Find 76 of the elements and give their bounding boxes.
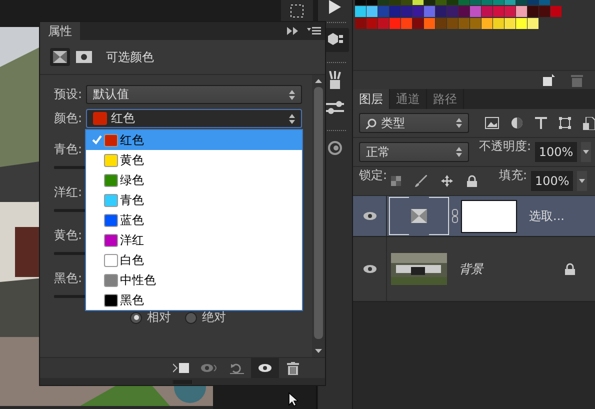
- field-label: 预设:: [54, 86, 84, 103]
- menu-item-label: 黑色: [120, 292, 144, 308]
- 3d-icon[interactable]: [327, 32, 344, 48]
- lock-label: 锁定:: [359, 167, 388, 184]
- adjustments-icon[interactable]: [326, 101, 344, 115]
- opacity-field[interactable]: 100%: [535, 142, 578, 162]
- panel-tab[interactable]: 图层: [353, 89, 390, 109]
- search-icon: [366, 118, 377, 128]
- move-icon[interactable]: [441, 175, 454, 187]
- radio-option[interactable]: 相对: [130, 309, 171, 326]
- caret-icon: [456, 147, 462, 157]
- caret-icon[interactable]: [579, 179, 586, 183]
- menu-item-label: 白色: [120, 252, 144, 268]
- mask-icon[interactable]: [74, 48, 94, 66]
- menu-item-label: 洋红: [120, 232, 144, 248]
- adjustment-filter-icon[interactable]: [511, 117, 523, 129]
- marquee-icon[interactable]: [290, 4, 304, 18]
- type-filter-icon[interactable]: [535, 117, 547, 129]
- smart-object-icon[interactable]: [583, 116, 595, 130]
- caret-icon[interactable]: [583, 150, 590, 154]
- check-icon: [92, 135, 102, 145]
- eye-icon[interactable]: [362, 211, 376, 221]
- layer-name[interactable]: 背景: [459, 260, 483, 278]
- caret-icon: [456, 118, 462, 128]
- trash-icon[interactable]: [287, 362, 299, 374]
- new-swatch-icon[interactable]: [543, 74, 555, 86]
- eye-icon[interactable]: [362, 264, 376, 274]
- field-label: 颜色:: [54, 110, 84, 127]
- layer-name[interactable]: 选取...: [529, 208, 564, 224]
- checker-icon[interactable]: [391, 176, 402, 186]
- slider-label: 黑色:: [54, 270, 82, 286]
- blend-mode-select[interactable]: 正常: [359, 142, 469, 162]
- slider-label: 青色:: [54, 140, 82, 158]
- scroll-up-icon[interactable]: [315, 79, 322, 83]
- caret-icon: [289, 90, 295, 100]
- cursor-icon: [288, 392, 298, 407]
- brush-icon[interactable]: [415, 175, 428, 187]
- view-previous-icon[interactable]: [200, 363, 218, 373]
- reset-icon[interactable]: [230, 362, 244, 374]
- scrollbar[interactable]: [312, 75, 325, 357]
- opacity-label: 不透明度:: [479, 138, 532, 155]
- link-icon: [452, 209, 458, 223]
- menu-item-label: 红色: [120, 132, 144, 148]
- lock-icon[interactable]: [467, 175, 478, 187]
- color-select[interactable]: 红色: [86, 109, 302, 128]
- filter-select[interactable]: 类型: [359, 113, 469, 133]
- fill-field[interactable]: 100%: [531, 171, 574, 191]
- layer-row[interactable]: 背景: [353, 237, 595, 302]
- menu-item[interactable]: 红色: [86, 130, 302, 150]
- menu-item-label: 蓝色: [120, 212, 144, 228]
- panel-title: 可选颜色: [106, 48, 154, 66]
- layer-row[interactable]: 选取...: [353, 196, 595, 237]
- slider-label: 洋红:: [54, 184, 82, 200]
- styles-icon[interactable]: [327, 140, 344, 156]
- shape-filter-icon[interactable]: [559, 117, 571, 129]
- slider-label: 黄色:: [54, 226, 82, 244]
- menu-item-label: 绿色: [120, 172, 144, 188]
- image-filter-icon[interactable]: [485, 117, 499, 129]
- panel-tab[interactable]: 属性: [40, 22, 80, 40]
- adjustment-thumbnail: [389, 197, 449, 235]
- adjustment-icon[interactable]: [50, 48, 70, 66]
- clip-icon[interactable]: [173, 362, 189, 374]
- caret-icon: [289, 114, 295, 124]
- layer-thumbnail: [391, 253, 447, 285]
- menu-item-label: 中性色: [120, 272, 156, 288]
- mask-thumbnail: [461, 200, 517, 232]
- menu-icon[interactable]: [307, 27, 321, 35]
- brushes-icon[interactable]: [327, 71, 344, 89]
- fill-label: 填充:: [499, 167, 528, 184]
- radio-option[interactable]: 绝对: [185, 309, 226, 326]
- play-icon[interactable]: [329, 0, 342, 14]
- menu-item-label: 青色: [120, 192, 144, 208]
- visibility-icon[interactable]: [258, 363, 272, 373]
- scroll-down-icon[interactable]: [315, 349, 322, 353]
- menu-item-label: 黄色: [120, 152, 144, 168]
- preset-select[interactable]: 默认值: [86, 85, 302, 104]
